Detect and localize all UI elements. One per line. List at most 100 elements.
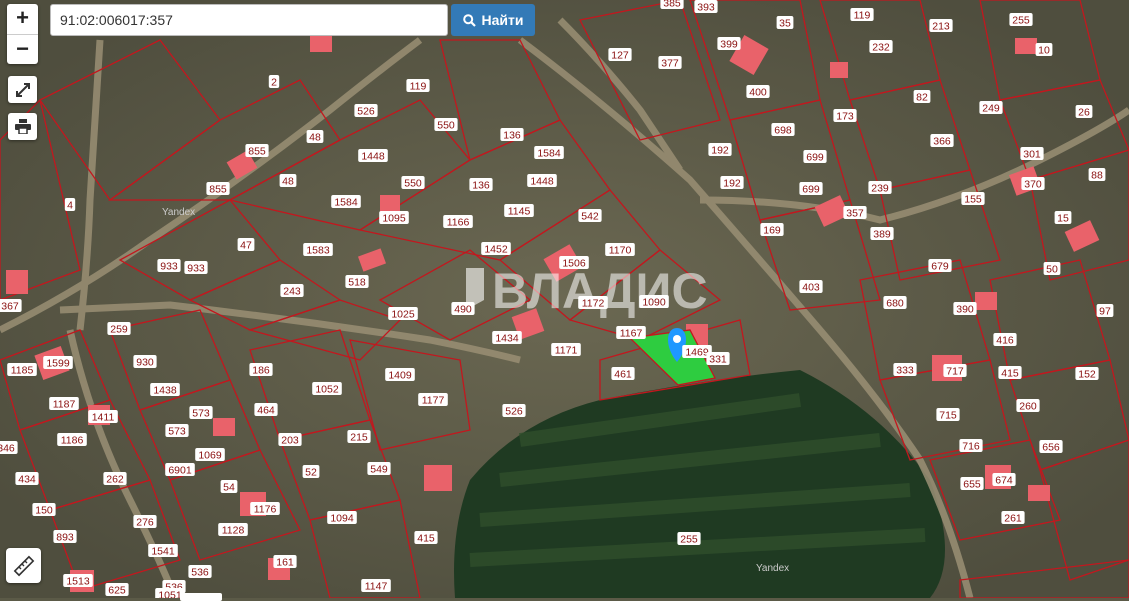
parcel-number-label: 855: [206, 182, 230, 196]
svg-text:550: 550: [437, 120, 455, 132]
svg-text:393: 393: [697, 2, 715, 14]
yandex-label-1: Yandex: [162, 207, 195, 218]
svg-text:366: 366: [933, 136, 951, 148]
svg-text:333: 333: [896, 365, 914, 377]
parcel-number-label: 674: [992, 473, 1016, 487]
svg-text:203: 203: [281, 435, 299, 447]
svg-text:526: 526: [357, 106, 375, 118]
svg-text:50: 50: [1046, 264, 1058, 276]
fullscreen-button[interactable]: [8, 76, 37, 103]
svg-text:1513: 1513: [66, 576, 90, 588]
parcel-number-label: 366: [930, 134, 954, 148]
svg-text:1541: 1541: [151, 546, 175, 558]
svg-text:255: 255: [1012, 15, 1030, 27]
search-button[interactable]: Найти: [451, 4, 535, 36]
parcel-number-label: 1025: [388, 307, 418, 321]
parcel-number-label: 1052: [312, 382, 342, 396]
parcel-number-label: 1095: [379, 211, 409, 225]
svg-text:155: 155: [964, 194, 982, 206]
parcel-number-label: 26: [1075, 105, 1093, 119]
parcel-number-label: 169: [760, 223, 784, 237]
svg-text:399: 399: [720, 39, 738, 51]
svg-text:930: 930: [136, 357, 154, 369]
parcel-number-label: 518: [345, 275, 369, 289]
scale-control: [180, 593, 222, 601]
svg-text:97: 97: [1099, 306, 1111, 318]
cadastral-map[interactable]: ВЛАДИС Yandex Yandex 385 39335119213 25523…: [0, 0, 1129, 598]
parcel-number-label: 259: [107, 322, 131, 336]
parcel-number-label: 262: [103, 472, 127, 486]
svg-text:385: 385: [663, 0, 681, 10]
svg-text:88: 88: [1091, 170, 1103, 182]
svg-text:389: 389: [873, 229, 891, 241]
svg-text:415: 415: [417, 533, 435, 545]
svg-text:54: 54: [223, 482, 235, 494]
parcel-number-label: 526: [502, 404, 526, 418]
parcel-number-label: 536: [188, 565, 212, 579]
svg-text:1411: 1411: [92, 412, 115, 424]
parcel-number-label: 1147: [361, 579, 391, 593]
parcel-number-label: 1094: [327, 511, 357, 525]
parcel-number-label: 15: [1054, 211, 1072, 225]
svg-text:1171: 1171: [555, 345, 578, 357]
svg-text:1170: 1170: [609, 245, 632, 257]
parcel-number-label: 370: [1021, 177, 1045, 191]
parcel-number-label: 1171: [551, 343, 581, 357]
parcel-number-label: 715: [936, 408, 960, 422]
svg-text:674: 674: [995, 475, 1013, 487]
svg-text:10: 10: [1038, 45, 1050, 57]
svg-text:1448: 1448: [361, 151, 385, 163]
parcel-number-label: 1167: [616, 326, 646, 340]
print-button[interactable]: [8, 113, 37, 140]
parcel-number-label: 192: [720, 176, 744, 190]
zoom-in-button[interactable]: +: [7, 4, 38, 34]
parcel-number-label: 550: [434, 118, 458, 132]
parcel-number-label: 239: [868, 181, 892, 195]
svg-text:390: 390: [956, 304, 974, 316]
parcel-number-label: 1434: [492, 331, 522, 345]
svg-text:656: 656: [1042, 442, 1060, 454]
svg-text:119: 119: [854, 10, 871, 22]
parcel-number-label: 573: [189, 406, 213, 420]
svg-text:192: 192: [711, 145, 729, 157]
svg-text:518: 518: [348, 277, 366, 289]
parcel-number-label: 331: [706, 352, 730, 366]
parcel-number-label: 680: [883, 296, 907, 310]
svg-text:855: 855: [209, 184, 227, 196]
parcel-number-label: 1513: [63, 574, 93, 588]
parcel-number-label: 1411: [88, 410, 118, 424]
parcel-number-label: 716: [959, 439, 983, 453]
svg-text:1069: 1069: [198, 450, 222, 462]
zoom-out-button[interactable]: −: [7, 34, 38, 65]
parcel-number-label: 173: [833, 109, 857, 123]
parcel-number-label: 1166: [443, 215, 473, 229]
svg-text:239: 239: [871, 183, 889, 195]
svg-text:1186: 1186: [61, 435, 84, 447]
svg-text:699: 699: [806, 152, 824, 164]
parcel-number-label: 161: [273, 555, 297, 569]
parcel-number-label: 930: [133, 355, 157, 369]
svg-text:161: 161: [276, 557, 294, 569]
parcel-number-label: 261: [1001, 511, 1025, 525]
parcel-number-label: 1448: [358, 149, 388, 163]
svg-text:549: 549: [370, 464, 388, 476]
parcel-number-label: 893: [53, 530, 77, 544]
ruler-button[interactable]: [6, 548, 41, 583]
parcel-number-label: 415: [998, 366, 1022, 380]
parcel-number-label: 393: [694, 0, 718, 14]
svg-text:259: 259: [110, 324, 128, 336]
svg-text:48: 48: [282, 176, 294, 188]
parcel-number-label: 1187: [49, 397, 79, 411]
svg-text:464: 464: [257, 405, 275, 417]
search-input[interactable]: 91:02:006017:357: [50, 4, 448, 36]
svg-text:15: 15: [1057, 213, 1069, 225]
svg-text:573: 573: [192, 408, 210, 420]
svg-text:434: 434: [18, 474, 36, 486]
svg-text:1090: 1090: [642, 297, 666, 309]
svg-text:1166: 1166: [447, 217, 470, 229]
parcel-number-label: 399: [717, 37, 741, 51]
svg-text:1185: 1185: [11, 365, 34, 377]
parcel-number-label: 933: [184, 261, 208, 275]
svg-text:1448: 1448: [530, 176, 554, 188]
parcel-number-label: 357: [843, 206, 867, 220]
